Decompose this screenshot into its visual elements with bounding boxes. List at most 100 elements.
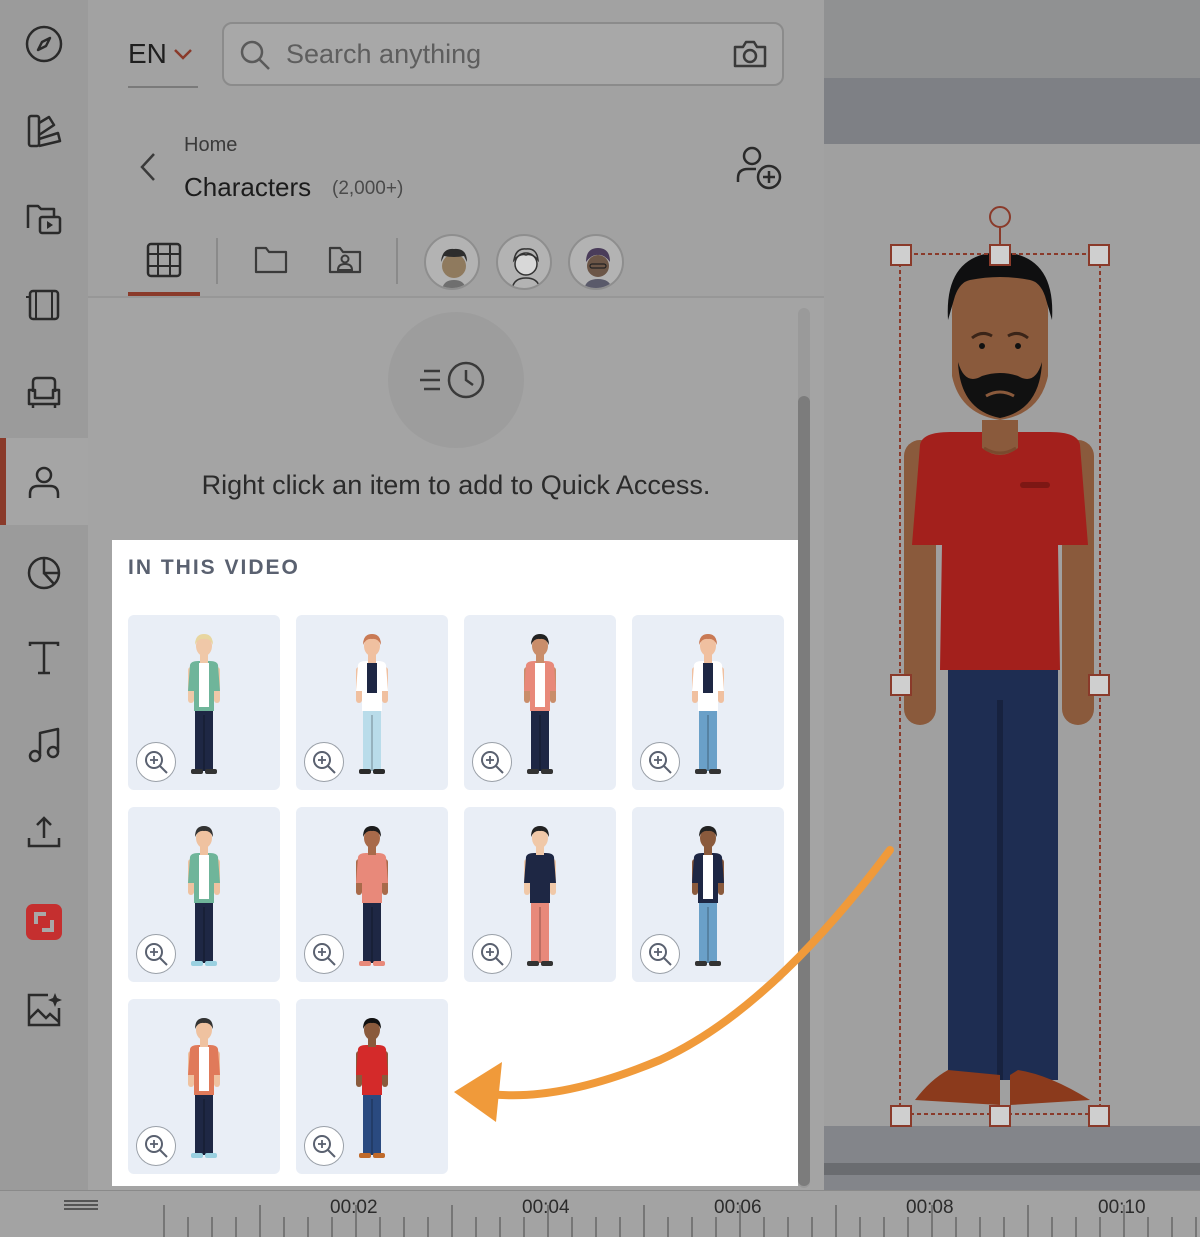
resize-handle (1088, 1105, 1110, 1127)
person-icon (28, 466, 60, 498)
character-card[interactable] (632, 807, 784, 982)
character-card[interactable] (464, 807, 616, 982)
zoom-in-button[interactable] (472, 742, 512, 782)
zoom-in-icon (481, 751, 504, 774)
zoom-in-button[interactable] (304, 742, 344, 782)
search-box (222, 22, 784, 86)
character-card[interactable] (296, 999, 448, 1174)
search-input[interactable] (286, 34, 706, 74)
character-glasses-woman-coral-blazer (188, 1018, 220, 1158)
zoom-in-icon (145, 943, 168, 966)
grid-icon (146, 242, 182, 278)
timeline-tick-label: 00:08 (906, 1197, 954, 1218)
rail-scenes[interactable] (0, 261, 88, 348)
rail-audio[interactable] (0, 701, 88, 788)
character-avatar-icon (511, 248, 541, 288)
stage-header-strip (824, 78, 1200, 144)
zoom-in-button[interactable] (136, 742, 176, 782)
folder-icon (254, 246, 288, 274)
text-icon (28, 641, 60, 674)
user-folder-icon (328, 246, 362, 274)
upload-icon (27, 815, 61, 847)
resize-handle (1088, 244, 1110, 266)
character-bearded-man-red-shirt (356, 1018, 388, 1158)
resize-handle (989, 1105, 1011, 1127)
timeline-tick-label: 00:06 (714, 1197, 762, 1218)
rail-charts[interactable] (0, 527, 88, 614)
character-curly-woman-coral-jacket (524, 634, 556, 774)
rail-templates[interactable] (0, 87, 88, 174)
camera-icon[interactable] (732, 38, 768, 70)
selected-character-on-canvas[interactable] (890, 200, 1110, 1130)
rail-brand[interactable] (0, 878, 88, 965)
character-style-tab-3[interactable] (568, 234, 624, 290)
brand-logo-icon (26, 903, 62, 940)
zoom-in-icon (649, 751, 672, 774)
character-card[interactable] (296, 807, 448, 982)
language-label: EN (128, 38, 167, 69)
rail-ai-image[interactable] (0, 966, 88, 1053)
stage-floor (824, 1126, 1200, 1190)
character-style-tab-2[interactable] (496, 234, 552, 290)
zoom-in-button[interactable] (640, 934, 680, 974)
rail-props[interactable] (0, 348, 88, 435)
back-chevron-icon[interactable] (136, 150, 160, 184)
character-card[interactable] (296, 615, 448, 790)
film-icon (26, 289, 60, 320)
zoom-in-icon (313, 943, 336, 966)
character-card[interactable] (128, 999, 280, 1174)
rail-characters[interactable] (0, 438, 88, 525)
tab-user-folder[interactable] (322, 236, 368, 284)
rotate-handle (989, 206, 1011, 228)
character-card[interactable] (128, 807, 280, 982)
tab-grid[interactable] (128, 236, 200, 284)
page-title: Characters (184, 172, 312, 202)
rail-explore[interactable] (0, 0, 88, 87)
zoom-in-icon (145, 1135, 168, 1158)
add-character-icon[interactable] (734, 142, 784, 192)
tab-divider (396, 238, 398, 284)
zoom-in-icon (481, 943, 504, 966)
zoom-in-button[interactable] (136, 1126, 176, 1166)
character-card[interactable] (128, 615, 280, 790)
rail-projects[interactable] (0, 174, 88, 261)
zoom-in-button[interactable] (304, 934, 344, 974)
scrollbar-thumb[interactable] (798, 396, 810, 1186)
language-selector[interactable]: EN (128, 22, 198, 88)
resize-handle (1088, 674, 1110, 696)
panel-header: EN Home Characters (2,000+) (88, 0, 824, 298)
character-woman-navy-vest (356, 634, 388, 774)
timeline-tick-label: 00:10 (1098, 1197, 1146, 1218)
timeline-ruler[interactable]: 00:02 00:04 00:06 00:08 00:10 (0, 1190, 1200, 1237)
compass-icon (25, 25, 63, 62)
character-blonde-man-green-blazer (188, 634, 220, 774)
zoom-in-button[interactable] (640, 742, 680, 782)
character-style-tab-1[interactable] (424, 234, 480, 290)
in-this-video-section: IN THIS VIDEO (112, 540, 798, 1186)
tab-folder[interactable] (248, 236, 294, 284)
ai-image-icon (27, 992, 62, 1026)
zoom-in-button[interactable] (472, 934, 512, 974)
zoom-in-icon (145, 751, 168, 774)
character-avatar-icon (441, 248, 467, 288)
zoom-in-button[interactable] (304, 1126, 344, 1166)
quick-access-badge (388, 312, 524, 448)
character-card[interactable] (464, 615, 616, 790)
character-card[interactable] (632, 615, 784, 790)
zoom-in-icon (313, 1135, 336, 1158)
rail-text[interactable] (0, 614, 88, 701)
active-tab-indicator (128, 292, 200, 296)
resize-handle (989, 244, 1011, 266)
video-folder-icon (26, 204, 62, 234)
stage-top-bar (824, 0, 1200, 78)
breadcrumb-home[interactable]: Home (184, 134, 237, 157)
library-tabs (88, 228, 824, 298)
timeline-tick-label: 00:04 (522, 1197, 570, 1218)
zoom-in-button[interactable] (136, 934, 176, 974)
search-icon (240, 40, 270, 70)
zoom-in-icon (313, 751, 336, 774)
stage-floor-line (824, 1163, 1200, 1175)
panel-scrollbar[interactable] (798, 308, 810, 1188)
character-woman-navy-blouse (524, 826, 556, 966)
rail-upload[interactable] (0, 788, 88, 875)
